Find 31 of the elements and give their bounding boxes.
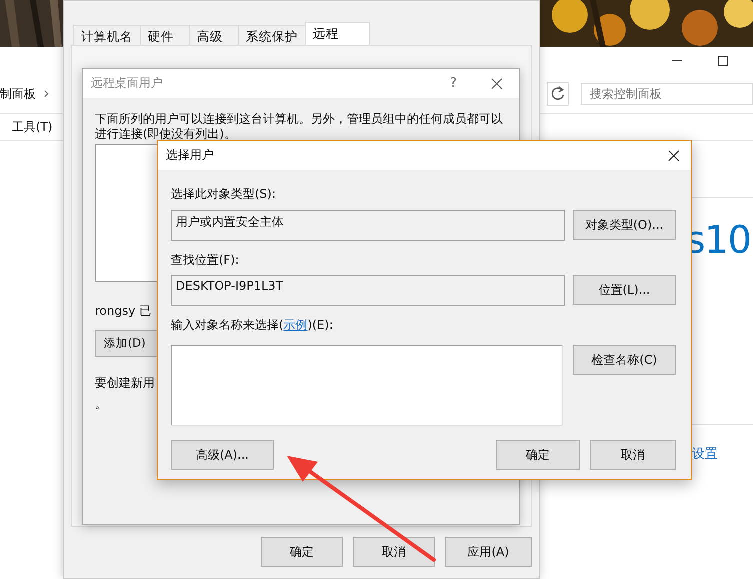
- advanced-button[interactable]: 高级(A)...: [171, 440, 274, 470]
- field-label: 查找位置(F):: [171, 252, 240, 268]
- description-text: 下面所列的用户可以连接到这台计算机。另外，管理员组中的任何成员都可以进行连接(即使没有列出)。: [95, 112, 504, 142]
- ok-button[interactable]: 确定: [496, 440, 580, 470]
- field-label: 选择此对象类型(S):: [171, 186, 276, 202]
- dialog-button[interactable]: 应用(A): [445, 537, 532, 567]
- close-icon[interactable]: [668, 150, 680, 162]
- close-icon[interactable]: [491, 78, 503, 90]
- field-label: 输入对象名称来选择(示例)(E):: [171, 317, 334, 333]
- locations-button[interactable]: 位置(L)...: [573, 275, 676, 305]
- cancel-button[interactable]: 取消: [590, 440, 676, 470]
- object-names-field[interactable]: [171, 345, 563, 426]
- menu-item[interactable]: 工具(T): [12, 118, 53, 136]
- dialog-button[interactable]: 取消: [353, 537, 435, 567]
- dialog-title: 选择用户: [166, 147, 214, 164]
- help-button[interactable]: ?: [446, 76, 461, 91]
- object-types-button[interactable]: 对象类型(O)...: [573, 210, 676, 240]
- breadcrumb-item[interactable]: 制面板: [0, 86, 36, 102]
- dialog-title: 远程桌面用户: [91, 75, 163, 92]
- dialog-button[interactable]: 确定: [261, 537, 343, 567]
- chevron-icon: [44, 90, 50, 98]
- search-field[interactable]: 搜索控制面板: [581, 83, 753, 105]
- hint-text: 。: [95, 396, 107, 413]
- check-names-button[interactable]: 检查名称(C): [573, 345, 676, 375]
- examples-link[interactable]: 示例: [284, 318, 308, 332]
- object-type-field: 用户或内置安全主体: [171, 210, 565, 241]
- user-status-text: rongsy 已: [95, 303, 152, 320]
- refresh-icon[interactable]: [547, 82, 569, 106]
- maximize-icon[interactable]: [717, 55, 729, 67]
- location-field: DESKTOP-I9P1L3T: [171, 275, 565, 306]
- hint-text: 要创建新用: [95, 375, 155, 392]
